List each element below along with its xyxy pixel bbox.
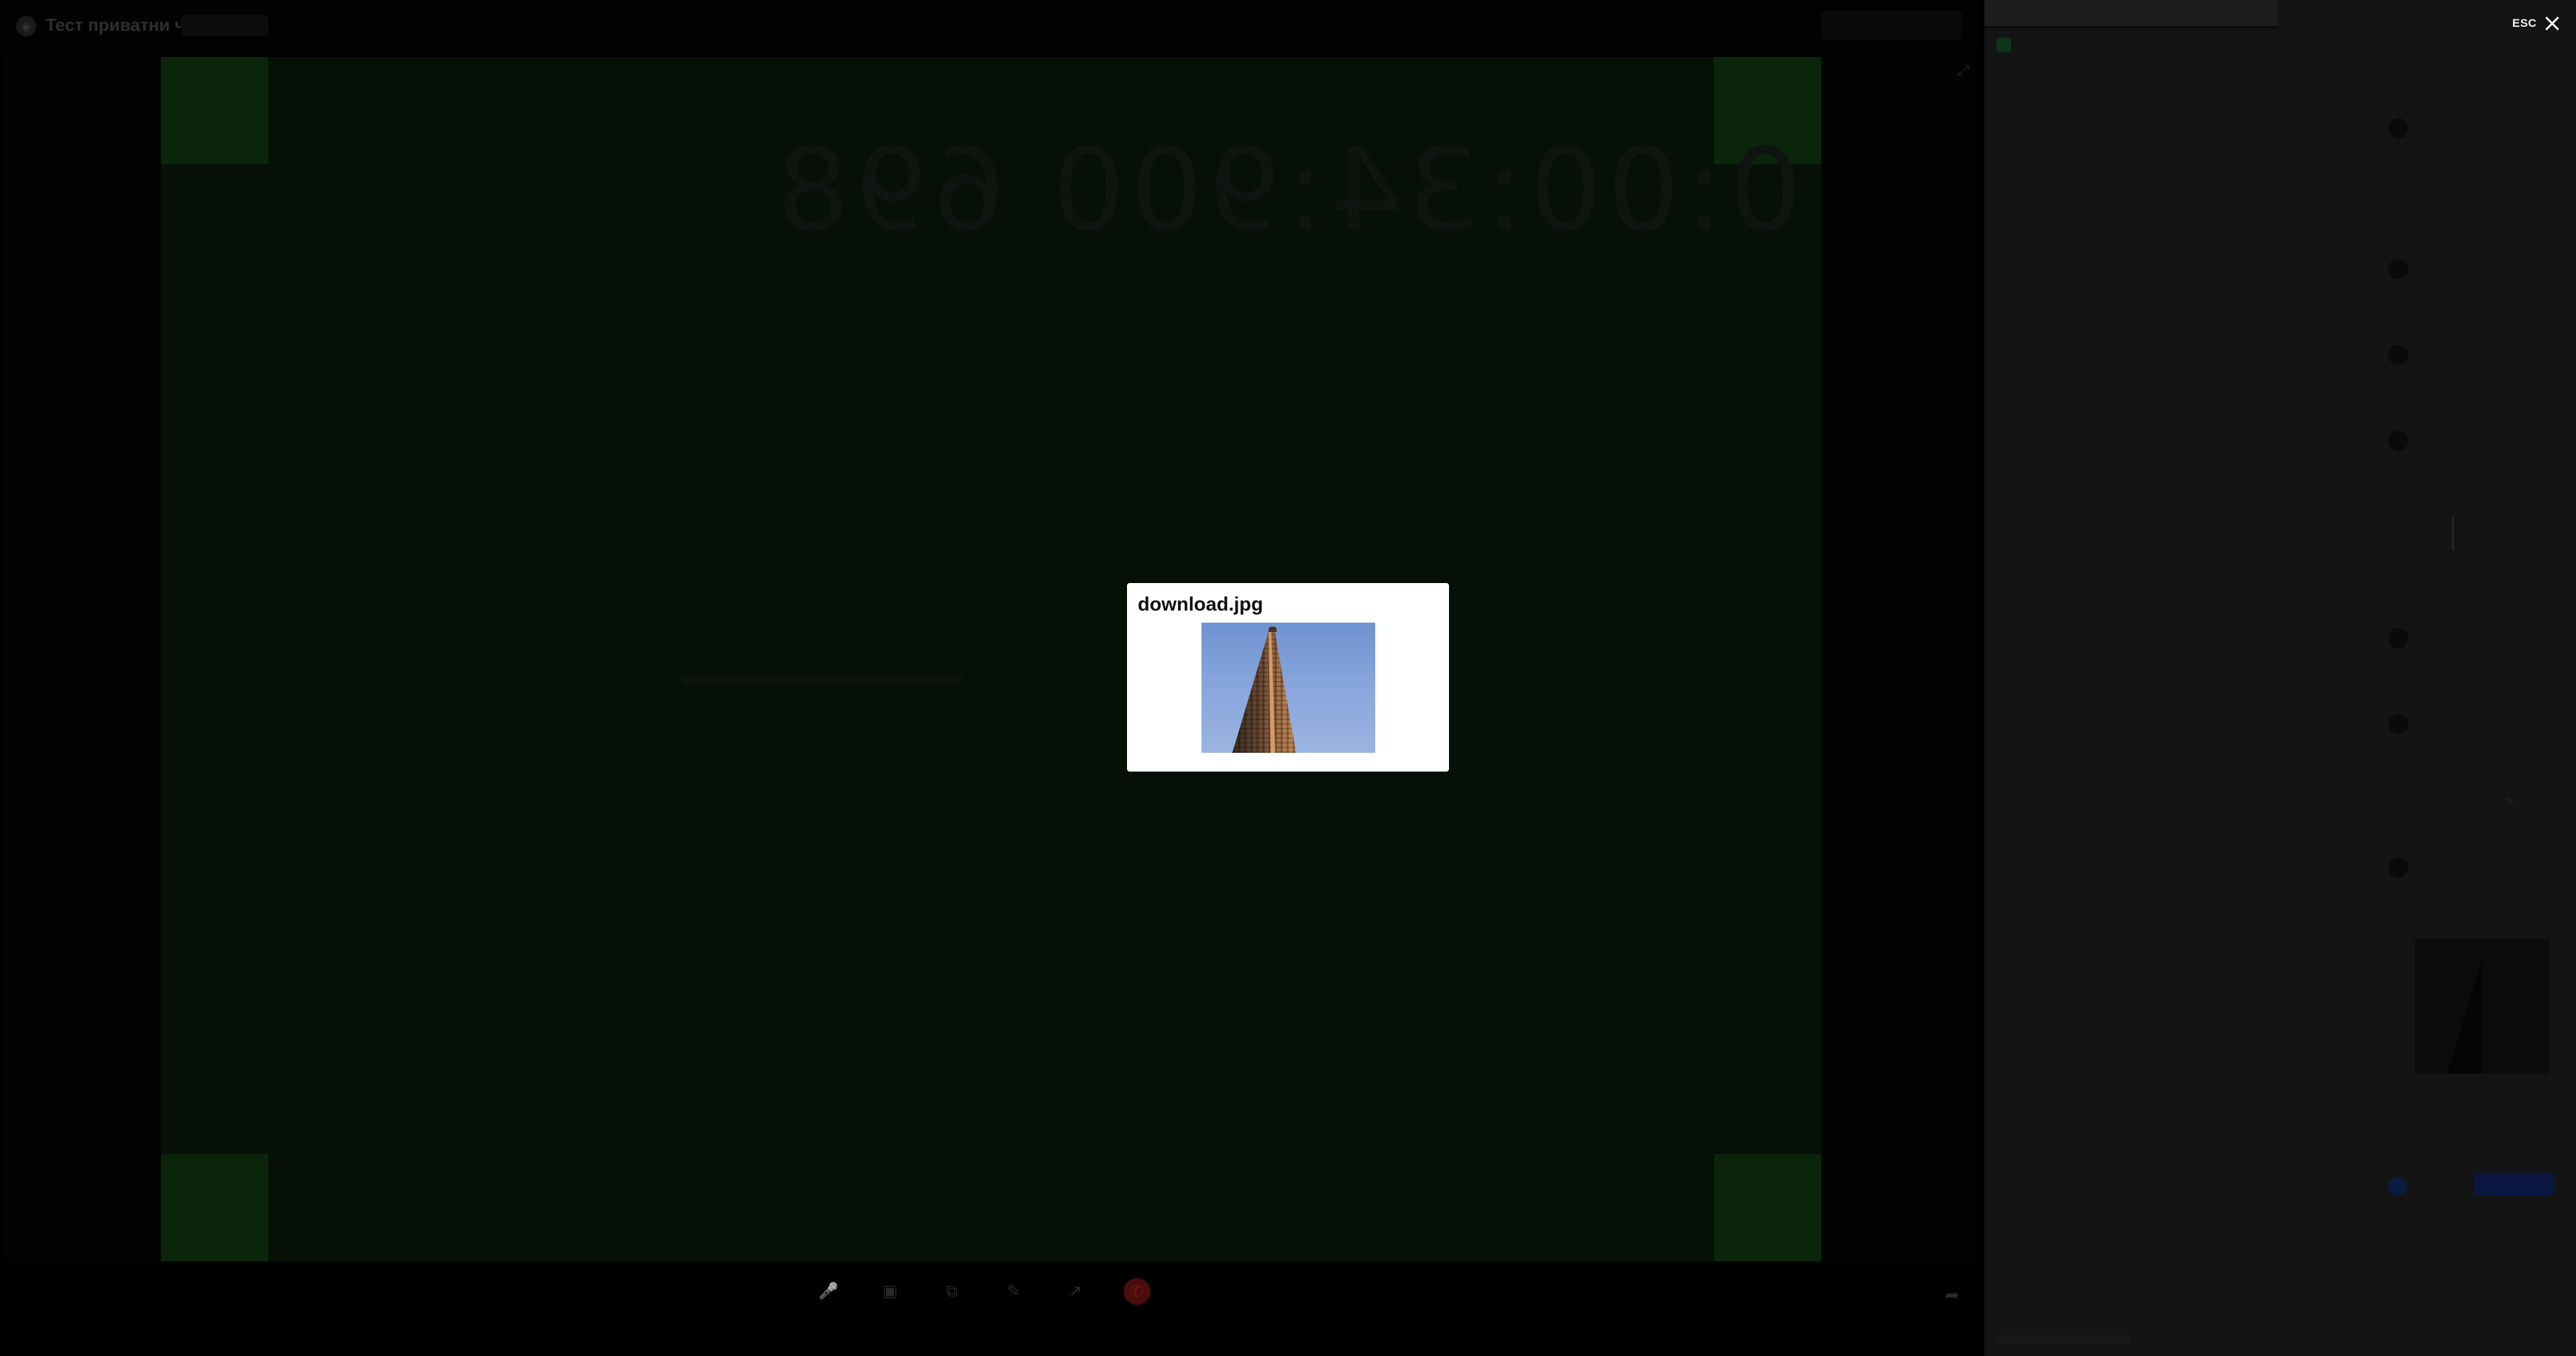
- mic-icon: 🎤: [818, 1282, 839, 1300]
- arrow-icon: ↗: [1068, 1282, 1083, 1300]
- modal-title: download.jpg: [1138, 594, 1263, 615]
- preview-image: [1201, 623, 1375, 753]
- mic-button[interactable]: 🎤: [805, 1278, 852, 1332]
- chat-message: [2388, 427, 2576, 451]
- pen-icon: ✎: [1006, 1282, 1021, 1300]
- avatar: [2388, 628, 2408, 648]
- avatar: [2388, 345, 2408, 365]
- app-logo-icon: ◈: [16, 16, 36, 36]
- share-button[interactable]: ➦: [1932, 1285, 1972, 1325]
- avatar: [2388, 857, 2408, 878]
- mirrored-timer: 0:00:34:900 698: [771, 124, 1802, 257]
- avatar: [2388, 1177, 2407, 1196]
- top-bar: ◈ Тест приватни чат: [0, 0, 1979, 54]
- camera-icon: ▣: [882, 1282, 898, 1300]
- effects-button[interactable]: ✎: [990, 1278, 1037, 1332]
- caption-bar: [681, 676, 963, 684]
- quoted-reply: [2452, 517, 2553, 550]
- chat-message: [2388, 624, 2576, 648]
- video-corner-marker: [1714, 1154, 1821, 1261]
- chat-message: [2388, 341, 2576, 365]
- call-controls: 🎤 ▣ ⧉ ✎ ↗ ✆: [805, 1278, 1181, 1332]
- chat-image-thumbnail[interactable]: [2415, 939, 2549, 1074]
- avatar: [2388, 259, 2408, 279]
- pin-icon[interactable]: ✎: [2504, 795, 2514, 809]
- tab-participants[interactable]: [2279, 0, 2508, 28]
- chat-header: [1996, 35, 2506, 55]
- close-button[interactable]: ESC: [2512, 15, 2561, 32]
- end-call-button[interactable]: ✆: [1114, 1278, 1161, 1332]
- video-corner-marker: [161, 57, 268, 164]
- message-input[interactable]: [1996, 1303, 2560, 1324]
- video-corner-marker: [161, 1154, 268, 1261]
- avatar: [2388, 714, 2408, 734]
- top-action-button[interactable]: [1821, 11, 1962, 40]
- title-badge: [181, 15, 268, 36]
- screen-share-icon: ⧉: [946, 1282, 958, 1300]
- camera-button[interactable]: ▣: [867, 1278, 914, 1332]
- avatar: [2388, 118, 2408, 138]
- reactions-button[interactable]: ↗: [1052, 1278, 1099, 1332]
- chat-message: [2388, 255, 2576, 279]
- own-message-bubble: [2474, 1173, 2555, 1196]
- expand-icon[interactable]: ⤢: [1957, 62, 1970, 79]
- chat-message: [2388, 710, 2576, 734]
- end-call-icon: ✆: [1124, 1278, 1150, 1305]
- chat-panel: ✎: [1984, 0, 2576, 1356]
- tab-chat[interactable]: [1984, 0, 2277, 28]
- chat-message: [2388, 114, 2576, 138]
- app-title: Тест приватни чат: [46, 15, 203, 35]
- screen-share-button[interactable]: ⧉: [928, 1278, 975, 1332]
- chat-icon: [1996, 38, 2011, 52]
- avatar: [2388, 431, 2408, 451]
- image-preview-modal: download.jpg: [1127, 583, 1449, 772]
- composer-toolbar: [1996, 1335, 2131, 1343]
- panel-tabs: [1984, 0, 2576, 28]
- chat-message: [2388, 853, 2576, 878]
- close-icon: [2543, 15, 2561, 32]
- share-icon: ➦: [1945, 1285, 1960, 1305]
- esc-label: ESC: [2512, 17, 2537, 30]
